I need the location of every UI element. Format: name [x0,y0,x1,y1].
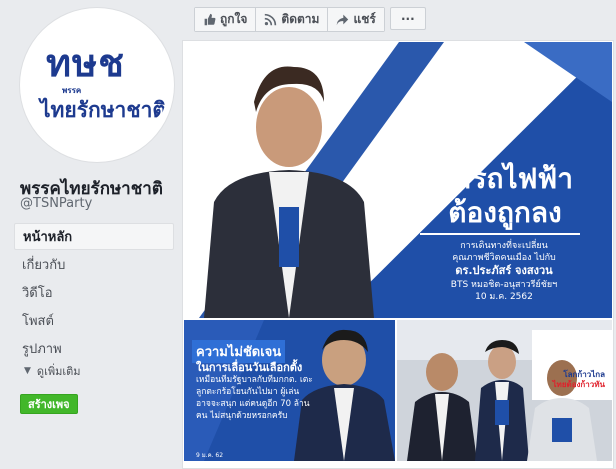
rss-icon [265,13,277,26]
logo-mark: ทษช [46,41,125,85]
sub-line-2: คุณภาพชีวิตคนเมือง ไปกับ [452,253,556,264]
share-button[interactable]: แชร์ [328,8,384,31]
headline-line-2: ต้องถูกลง [448,195,562,229]
follow-button[interactable]: ติดตาม [256,8,329,31]
quote-lead: ในการเลื่อนวันเลือกตั้ง [196,361,303,374]
sub-line-5: 10 ม.ค. 2562 [475,292,533,303]
sub-line-4: BTS หมอชิต-อนุสาวรีย์ชัยฯ [450,280,558,291]
nav-item-photos[interactable]: รูปภาพ [14,335,174,362]
party-logo: ทษช พรรค ไทยรักษาชาติ [26,14,168,156]
nav-item-about[interactable]: เกี่ยวกับ [14,251,174,278]
caret-down-icon: ▼ [24,366,31,376]
sign-line-2: ไทยต้องก้าวทัน [552,379,605,389]
follow-label: ติดตาม [281,12,320,26]
sub-line-1: การเดินทางที่จะเปลี่ยน [460,241,548,251]
share-arrow-icon [337,14,349,26]
headline-subtext: การเดินทางที่จะเปลี่ยน คุณภาพชีวิตคนเมือ… [424,240,584,303]
see-more-link[interactable]: ▼ ดูเพิ่มเติม [24,362,80,380]
more-options-button[interactable]: ··· [390,7,426,30]
page-nav: หน้าหลัก เกี่ยวกับ วิดีโอ โพสต์ รูปภาพ [14,223,174,363]
see-more-label: ดูเพิ่มเติม [36,365,81,378]
more-wrap: ··· [384,7,426,32]
facebook-page: { "profile": { "logo_top": "ทษช", "logo_… [0,0,616,469]
quote-body: เหมือนทีมรัฐบาลกับทีมกกต. เตะลูกตะกร้อโย… [196,375,313,422]
headline-line-1: ค่ารถไฟฟ้า [437,162,573,195]
like-label: ถูกใจ [220,12,248,26]
action-bar: ถูกใจ ติดตาม แชร์ [194,7,385,32]
quote-date: 9 ม.ค. 62 [196,452,224,459]
headline: ค่ารถไฟฟ้า ต้องถูกลง [415,162,595,229]
nav-item-home[interactable]: หน้าหลัก [14,223,174,250]
post-image-main[interactable]: ค่ารถไฟฟ้า ต้องถูกลง การเดินทางที่จะเปลี… [184,42,612,318]
sub-line-3: ดร.ประภัสร์ จงสงวน [455,264,553,278]
quote-text: ในการเลื่อนวันเลือกตั้ง เหมือนทีมรัฐบาลก… [196,360,314,423]
create-page-button[interactable]: สร้างเพจ [20,394,78,414]
like-button[interactable]: ถูกใจ [195,8,257,31]
headline-divider [420,233,580,235]
sign-line-1: โลกก้าวไกล [563,370,605,379]
profile-picture[interactable]: ทษช พรรค ไทยรักษาชาติ [20,8,174,162]
page-handle[interactable]: @TSNParty [20,196,92,211]
thumbs-up-icon [204,13,216,26]
nav-item-videos[interactable]: วิดีโอ [14,279,174,306]
logo-wordmark: ไทยรักษาชาติ [40,98,167,122]
nav-item-posts[interactable]: โพสต์ [14,307,174,334]
campaign-sign: โลกก้าวไกล ไทยต้องก้าวทัน [525,370,605,389]
share-label: แชร์ [353,12,376,26]
group-photo [397,320,612,461]
post-image-group[interactable] [397,320,612,461]
